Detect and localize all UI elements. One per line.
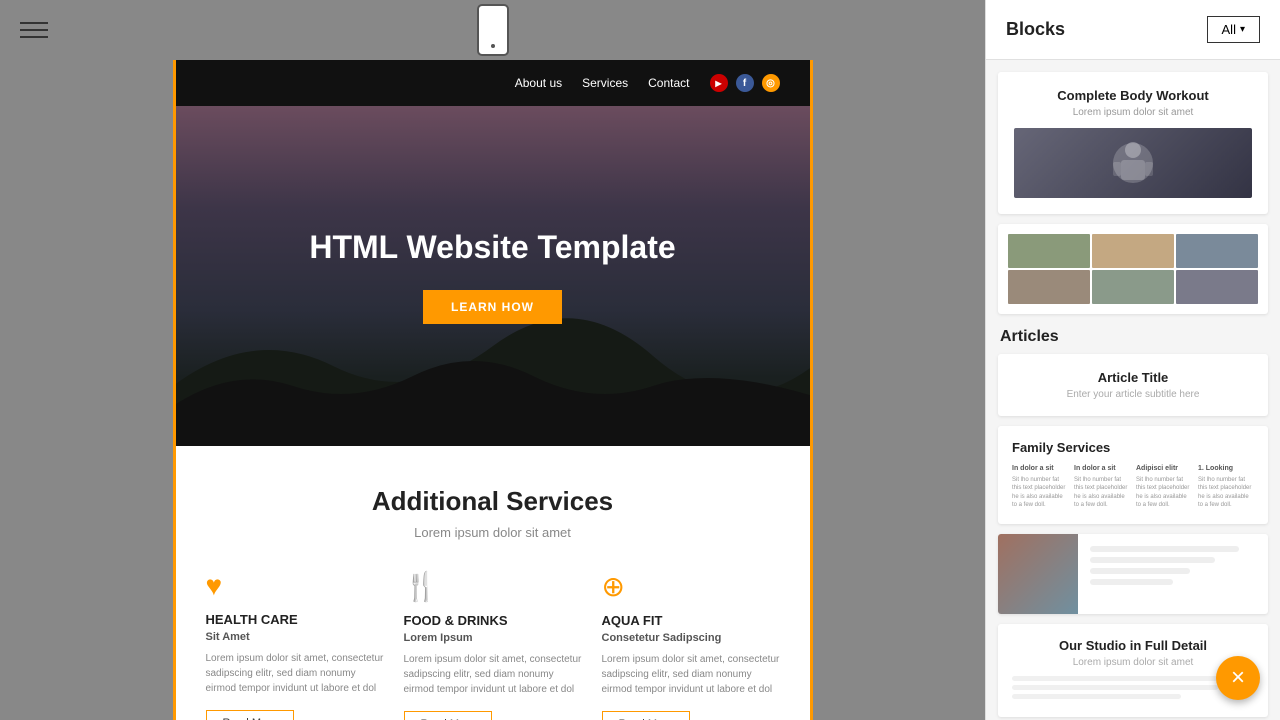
yoga-image bbox=[998, 534, 1078, 614]
family-col-1: In dolor a sit Sit lho number fat this t… bbox=[1012, 465, 1068, 510]
right-panel: Blocks All Complete Body Workout Lorem i… bbox=[985, 0, 1280, 720]
studio-line-2 bbox=[1012, 685, 1218, 690]
yoga-text-line-2 bbox=[1090, 557, 1215, 563]
services-section: Additional Services Lorem ipsum dolor si… bbox=[176, 446, 810, 720]
articles-section-label: Articles bbox=[998, 328, 1268, 346]
article-title: Article Title bbox=[1014, 370, 1252, 385]
service-desc-food: Lorem ipsum dolor sit amet, consectetur … bbox=[404, 652, 582, 697]
nav-about[interactable]: About us bbox=[515, 76, 562, 90]
photo-cell-1 bbox=[1008, 234, 1090, 268]
editor-area: About us Services Contact ▶ f ◎ HTML Web… bbox=[0, 0, 985, 720]
family-col-2-header: In dolor a sit bbox=[1074, 465, 1130, 472]
family-col-2: In dolor a sit Sit lho number fat this t… bbox=[1074, 465, 1130, 510]
service-card-aqua: ⊕ AQUA FIT Consetetur Sadipscing Lorem i… bbox=[602, 570, 780, 720]
block-card-workout-title: Complete Body Workout bbox=[1014, 88, 1252, 103]
social-icons: ▶ f ◎ bbox=[710, 74, 780, 92]
read-more-food[interactable]: Read More bbox=[404, 711, 492, 720]
services-title: Additional Services bbox=[206, 486, 780, 517]
service-tagline-health: Sit Amet bbox=[206, 631, 384, 643]
block-card-yoga[interactable] bbox=[998, 534, 1268, 614]
family-col-2-text: Sit lho number fat this text placeholder… bbox=[1074, 476, 1130, 510]
block-card-workout[interactable]: Complete Body Workout Lorem ipsum dolor … bbox=[998, 72, 1268, 214]
family-cols: In dolor a sit Sit lho number fat this t… bbox=[1012, 465, 1254, 510]
hero-title: HTML Website Template bbox=[309, 229, 675, 266]
website-preview: About us Services Contact ▶ f ◎ HTML Web… bbox=[173, 60, 813, 720]
family-col-4: 1. Looking Sit lho number fat this text … bbox=[1198, 465, 1254, 510]
family-col-3-header: Adipisci elitr bbox=[1136, 465, 1192, 472]
read-more-health[interactable]: Read More bbox=[206, 710, 294, 720]
site-nav: About us Services Contact ▶ f ◎ bbox=[176, 60, 810, 106]
service-desc-health: Lorem ipsum dolor sit amet, consectetur … bbox=[206, 651, 384, 696]
panel-header: Blocks All bbox=[986, 0, 1280, 60]
service-card-food: 🍴 FOOD & DRINKS Lorem Ipsum Lorem ipsum … bbox=[404, 570, 582, 720]
read-more-aqua[interactable]: Read More bbox=[602, 711, 690, 720]
heart-icon: ♥ bbox=[206, 570, 384, 602]
hero-section: HTML Website Template LEARN HOW bbox=[176, 106, 810, 446]
photo-grid bbox=[1008, 234, 1258, 304]
nav-services[interactable]: Services bbox=[582, 76, 628, 90]
panel-content: Complete Body Workout Lorem ipsum dolor … bbox=[986, 60, 1280, 720]
block-card-article[interactable]: Article Title Enter your article subtitl… bbox=[998, 354, 1268, 416]
article-subtitle: Enter your article subtitle here bbox=[1014, 389, 1252, 400]
fork-icon: 🍴 bbox=[404, 570, 582, 603]
block-card-photos[interactable] bbox=[998, 224, 1268, 314]
block-card-family[interactable]: Family Services In dolor a sit Sit lho n… bbox=[998, 426, 1268, 524]
family-col-1-text: Sit lho number fat this text placeholder… bbox=[1012, 476, 1068, 510]
family-col-4-header: 1. Looking bbox=[1198, 465, 1254, 472]
fab-button[interactable]: × bbox=[1216, 656, 1260, 700]
family-col-4-text: Sit lho number fat this text placeholder… bbox=[1198, 476, 1254, 510]
service-name-aqua: AQUA FIT bbox=[602, 613, 780, 628]
family-col-1-header: In dolor a sit bbox=[1012, 465, 1068, 472]
panel-title: Blocks bbox=[1006, 19, 1065, 40]
hero-cta-button[interactable]: LEARN HOW bbox=[423, 290, 562, 324]
yoga-text-area bbox=[1078, 534, 1268, 614]
studio-title: Our Studio in Full Detail bbox=[1012, 638, 1254, 653]
service-name-health: HEALTH CARE bbox=[206, 612, 384, 627]
photo-cell-5 bbox=[1092, 270, 1174, 304]
service-tagline-aqua: Consetetur Sadipscing bbox=[602, 632, 780, 644]
studio-line-3 bbox=[1012, 694, 1181, 699]
family-col-3: Adipisci elitr Sit lho number fat this t… bbox=[1136, 465, 1192, 510]
workout-image bbox=[1014, 128, 1252, 198]
facebook-icon[interactable]: f bbox=[736, 74, 754, 92]
service-desc-aqua: Lorem ipsum dolor sit amet, consectetur … bbox=[602, 652, 780, 697]
photo-cell-6 bbox=[1176, 270, 1258, 304]
family-col-3-text: Sit lho number fat this text placeholder… bbox=[1136, 476, 1192, 510]
family-card-title: Family Services bbox=[1012, 440, 1254, 455]
service-tagline-food: Lorem Ipsum bbox=[404, 632, 582, 644]
top-bar bbox=[0, 0, 985, 60]
yoga-text-line-1 bbox=[1090, 546, 1239, 552]
youtube-icon[interactable]: ▶ bbox=[710, 74, 728, 92]
lifebuoy-icon: ⊕ bbox=[602, 570, 780, 603]
photo-cell-4 bbox=[1008, 270, 1090, 304]
service-name-food: FOOD & DRINKS bbox=[404, 613, 582, 628]
all-filter-button[interactable]: All bbox=[1207, 16, 1260, 43]
services-subtitle: Lorem ipsum dolor sit amet bbox=[206, 525, 780, 540]
nav-contact[interactable]: Contact bbox=[648, 76, 689, 90]
yoga-text-line-4 bbox=[1090, 579, 1173, 585]
services-grid: ♥ HEALTH CARE Sit Amet Lorem ipsum dolor… bbox=[206, 570, 780, 720]
device-frame-icon bbox=[477, 4, 509, 56]
photo-cell-3 bbox=[1176, 234, 1258, 268]
photo-cell-2 bbox=[1092, 234, 1174, 268]
studio-subtitle: Lorem ipsum dolor sit amet bbox=[1012, 657, 1254, 668]
rss-icon[interactable]: ◎ bbox=[762, 74, 780, 92]
yoga-text-line-3 bbox=[1090, 568, 1190, 574]
block-card-workout-subtitle: Lorem ipsum dolor sit amet bbox=[1014, 107, 1252, 118]
service-card-health: ♥ HEALTH CARE Sit Amet Lorem ipsum dolor… bbox=[206, 570, 384, 720]
hamburger-menu[interactable] bbox=[20, 22, 48, 38]
